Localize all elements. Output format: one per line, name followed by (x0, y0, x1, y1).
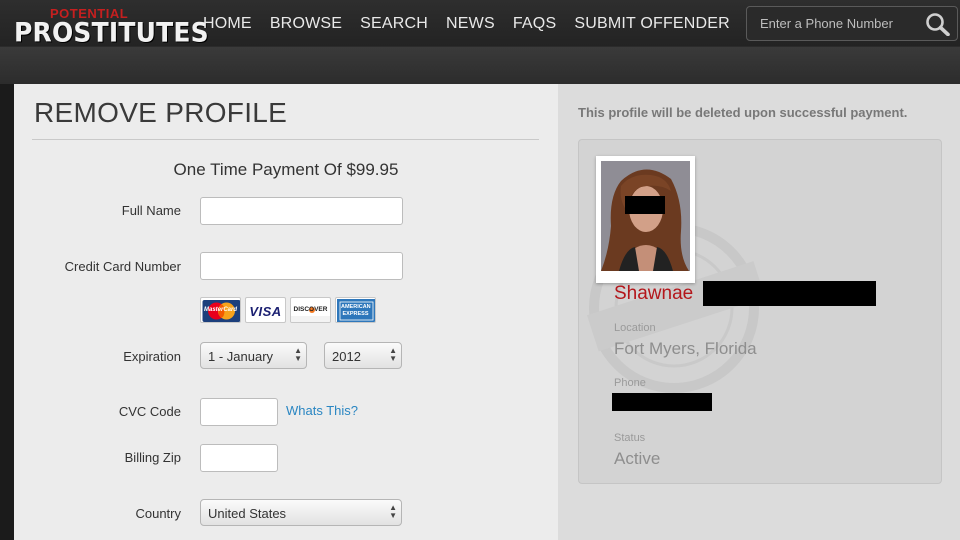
logo-wordmark: PROSTITUTES (14, 17, 209, 48)
page-title: REMOVE PROFILE (34, 97, 288, 128)
nav-browse[interactable]: BROWSE (270, 15, 342, 33)
last-name-redaction-bar (703, 281, 876, 306)
expiration-year-value: 2012 (332, 349, 361, 364)
country-select[interactable]: United States ▲ ▼ (200, 499, 402, 526)
expiration-year-select[interactable]: 2012 ▲ ▼ (324, 342, 402, 369)
expiration-label: Expiration (123, 349, 181, 364)
cvc-input[interactable] (200, 398, 278, 426)
discover-icon: DISCOVER (290, 297, 331, 323)
amex-label: AMERICAN EXPRESS (341, 304, 371, 317)
expiration-month-select[interactable]: 1 - January ▲ ▼ (200, 342, 307, 369)
profile-first-name: Shawnae (614, 283, 694, 304)
site-logo[interactable]: POTENTIAL PROSTITUTES (14, 6, 209, 48)
select-arrows-icon: ▲ ▼ (389, 503, 397, 520)
visa-label: VISA (249, 304, 282, 319)
phone-search-box (746, 6, 958, 41)
mugshot-photo (601, 161, 690, 271)
visa-icon: VISA (245, 297, 286, 323)
nav-faqs[interactable]: FAQS (513, 15, 556, 33)
billing-zip-input[interactable] (200, 444, 278, 472)
accepted-cards: MasterCard VISA DISCOVER AMERICAN EXPRES… (200, 297, 380, 323)
expiration-month-value: 1 - January (208, 349, 274, 364)
cvc-label: CVC Code (118, 404, 181, 419)
profile-preview-panel: This profile will be deleted upon succes… (558, 84, 960, 540)
payment-heading: One Time Payment Of $99.95 (173, 160, 399, 179)
american-express-icon: AMERICAN EXPRESS (335, 297, 376, 323)
status-value: Active (614, 449, 661, 468)
country-value: United States (208, 506, 287, 521)
card-number-input[interactable] (200, 252, 403, 280)
nav-search[interactable]: SEARCH (360, 15, 428, 33)
magnifier-icon[interactable] (925, 12, 951, 37)
mastercard-label: MasterCard (203, 307, 237, 313)
status-label: Status (614, 432, 646, 444)
profile-card: Shawnae Location Fort Myers, Florida Pho… (578, 139, 942, 484)
location-value: Fort Myers, Florida (614, 339, 757, 358)
select-arrows-icon: ▲ ▼ (389, 346, 397, 363)
country-label: Country (135, 506, 181, 521)
mastercard-icon: MasterCard (200, 297, 241, 323)
phone-label: Phone (614, 377, 646, 389)
discover-label: DISCOVER (293, 306, 328, 313)
billing-zip-label: Billing Zip (124, 450, 181, 465)
full-name-input[interactable] (200, 197, 403, 225)
nav-submit-offender[interactable]: SUBMIT OFFENDER (574, 15, 730, 33)
phone-redaction-bar (612, 393, 712, 411)
deletion-notice: This profile will be deleted upon succes… (578, 105, 908, 120)
nav-home[interactable]: HOME (203, 15, 252, 33)
nav-news[interactable]: NEWS (446, 15, 495, 33)
eyes-redaction-bar (625, 196, 665, 214)
phone-search-input[interactable] (747, 7, 917, 40)
card-number-label: Credit Card Number (64, 259, 181, 274)
remove-profile-form-panel: REMOVE PROFILE One Time Payment Of $99.9… (14, 84, 558, 540)
top-navigation-bar: POTENTIAL PROSTITUTES HOME BROWSE SEARCH… (0, 0, 960, 84)
whats-this-link[interactable]: Whats This? (286, 403, 358, 418)
select-arrows-icon: ▲ ▼ (294, 346, 302, 363)
main-nav: HOME BROWSE SEARCH NEWS FAQS SUBMIT OFFE… (203, 15, 748, 33)
mugshot-frame (596, 156, 695, 283)
location-label: Location (614, 322, 656, 334)
full-name-label: Full Name (121, 203, 181, 218)
title-divider (32, 139, 539, 140)
